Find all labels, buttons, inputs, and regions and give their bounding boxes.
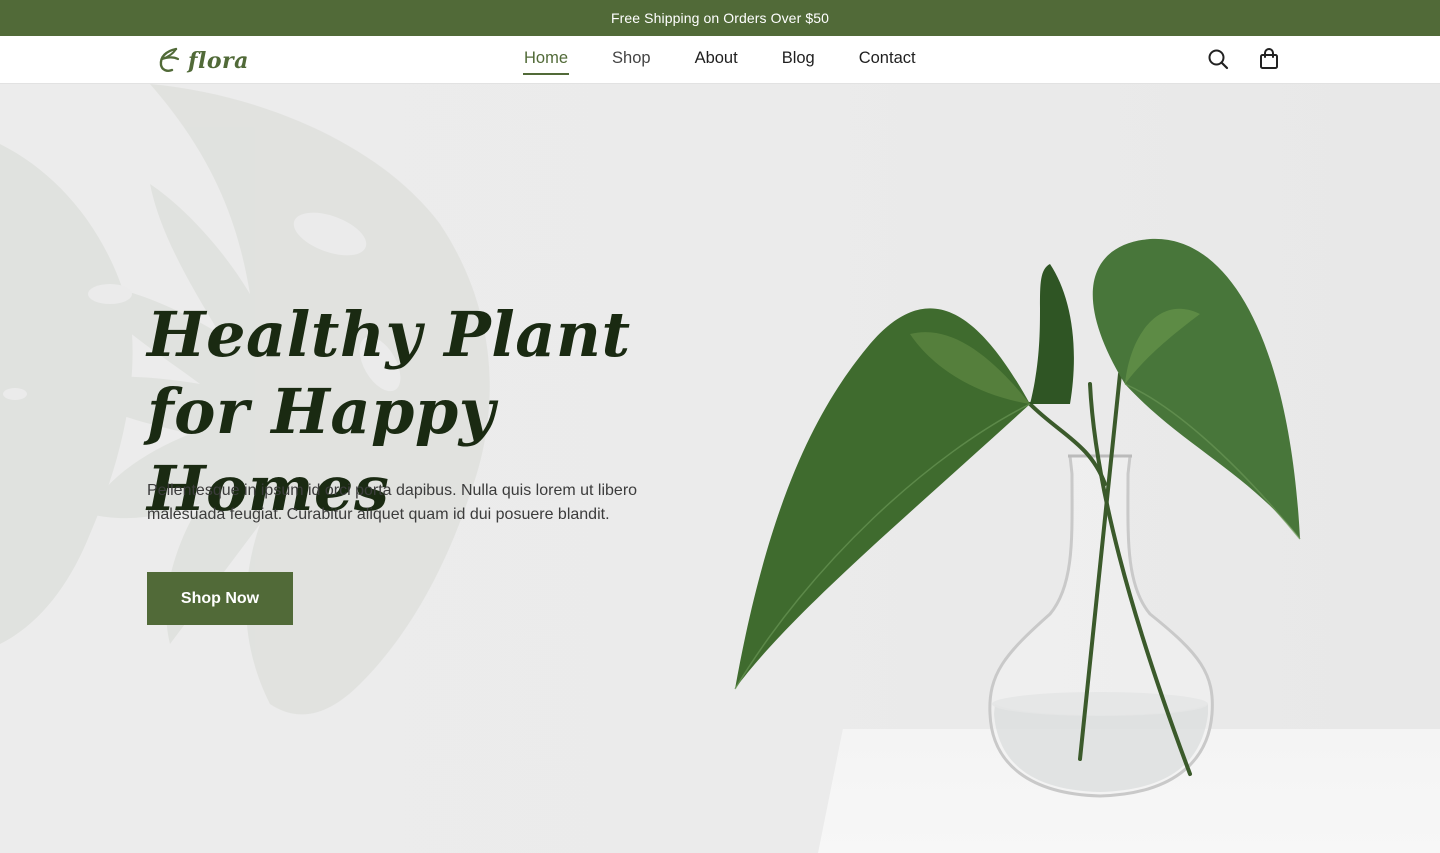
announcement-text: Free Shipping on Orders Over $50: [611, 10, 829, 26]
header-actions: [1206, 46, 1281, 72]
nav-shop[interactable]: Shop: [590, 36, 673, 84]
logo[interactable]: flora: [158, 44, 249, 78]
plant-leaves: [734, 238, 1301, 690]
logo-text: flora: [188, 48, 249, 74]
main-nav: Home Shop About Blog Contact: [502, 36, 938, 84]
announcement-bar: Free Shipping on Orders Over $50: [0, 0, 1440, 36]
nav-about[interactable]: About: [673, 36, 760, 84]
leaf-logo-icon: [159, 47, 180, 72]
shopping-bag-icon[interactable]: [1257, 46, 1281, 72]
plant-in-vase-image: [734, 238, 1301, 798]
nav-home[interactable]: Home: [502, 36, 590, 84]
search-icon[interactable]: [1206, 46, 1230, 72]
shop-now-button[interactable]: Shop Now: [147, 572, 293, 625]
hero-description: Pellentesque in ipsum id orci porta dapi…: [147, 482, 638, 523]
nav-blog[interactable]: Blog: [760, 36, 837, 84]
hero-section: Healthy Plant for Happy Homes Pellentesq…: [0, 84, 1440, 853]
nav-contact[interactable]: Contact: [837, 36, 938, 84]
site-header: flora Home Shop About Blog Contact: [0, 36, 1440, 84]
